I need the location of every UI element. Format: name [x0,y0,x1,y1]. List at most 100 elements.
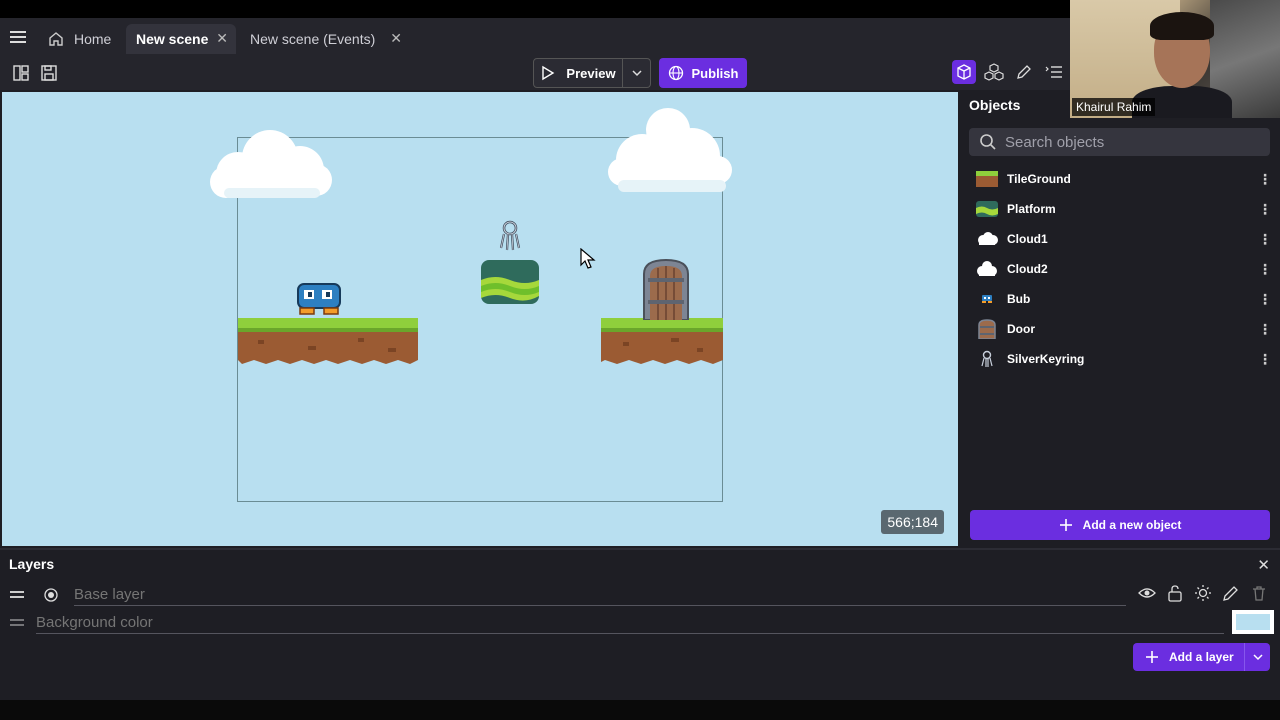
more-options-icon[interactable]: ⋮ [1258,231,1272,248]
more-options-icon[interactable]: ⋮ [1258,171,1272,188]
scene-canvas[interactable]: 566;184 [2,92,958,546]
tab-events-label: New scene (Events) [250,31,376,47]
globe-icon [668,65,683,81]
mouse-cursor-icon [580,248,596,269]
properties-toggle[interactable] [1012,60,1036,84]
close-icon[interactable]: ✕ [216,30,228,47]
editor-tools [952,60,1066,84]
object-item-cloud2[interactable]: Cloud2 ⋮ [976,254,1272,284]
instances-list-toggle[interactable] [1042,60,1066,84]
cubes-icon [984,63,1004,81]
layer-tools [1138,584,1268,602]
object-item-platform[interactable]: Platform ⋮ [976,194,1272,224]
bottom-black-strip [0,700,1280,720]
more-options-icon[interactable]: ⋮ [1258,321,1272,338]
objects-panel-title: Objects [969,97,1021,113]
object-item-label: Platform [1007,202,1056,216]
object-item-cloud1[interactable]: Cloud1 ⋮ [976,224,1272,254]
more-options-icon[interactable]: ⋮ [1258,351,1272,368]
bub-icon [976,291,998,307]
tileground-instance-right[interactable] [601,318,723,366]
layers-panel-title: Layers [9,556,55,572]
unlock-icon[interactable] [1166,584,1184,602]
object-item-door[interactable]: Door ⋮ [976,314,1272,344]
search-objects-input[interactable] [1005,133,1255,151]
object-item-silverkeyring[interactable]: SilverKeyring ⋮ [976,344,1272,374]
object-item-bub[interactable]: Bub ⋮ [976,284,1272,314]
silverkeyring-instance[interactable] [498,220,522,252]
trash-icon[interactable] [1250,584,1268,602]
tileground-instance-left[interactable] [238,318,418,366]
add-new-object-button[interactable]: Add a new object [970,510,1270,540]
tab-home[interactable]: Home [40,24,124,54]
search-box[interactable] [969,128,1270,156]
base-layer-name-input[interactable] [74,584,1126,606]
preview-label: Preview [566,65,616,81]
layers-panel: Layers ✕ Add a layer [0,548,1280,700]
keyring-icon [976,350,998,367]
tab-new-scene[interactable]: New scene ✕ [126,24,236,54]
platform-icon [976,201,998,217]
webcam-overlay: Khairul Rahim [1070,0,1280,118]
door-icon [976,319,998,339]
objects-panel: Objects TileGround ⋮ Platform ⋮ Cloud1 ⋮ [960,92,1280,546]
cube-icon [957,64,971,80]
object-groups-toggle[interactable] [982,60,1006,84]
preview-button[interactable]: Preview [533,58,623,88]
add-new-object-label: Add a new object [1082,518,1182,532]
platform-instance[interactable] [479,258,541,308]
background-color-swatch[interactable] [1232,610,1274,634]
object-item-label: SilverKeyring [1007,352,1085,366]
add-layer-button[interactable]: Add a layer [1133,643,1270,671]
light-bulb-icon[interactable] [1194,584,1212,602]
object-item-label: Bub [1007,292,1031,306]
layer-row-background[interactable] [0,610,1280,636]
pencil-icon [1017,65,1031,79]
objects-panel-toggle[interactable] [952,60,976,84]
panels-icon[interactable] [12,64,30,82]
more-options-icon[interactable]: ⋮ [1258,201,1272,218]
preview-dropdown-button[interactable] [623,58,651,88]
list-icon [1045,66,1062,78]
layer-row-base[interactable] [0,582,1280,608]
cloud1-instance[interactable] [208,128,334,208]
tileground-icon [976,171,998,187]
pencil-icon[interactable] [1222,584,1240,602]
object-item-label: Cloud2 [1007,262,1048,276]
radio-selected-icon[interactable] [44,588,58,602]
cloud-icon [976,261,998,277]
object-item-label: Cloud1 [1007,232,1048,246]
drag-handle-icon [10,619,24,629]
tab-scene-label: New scene [136,31,209,47]
object-item-tileground[interactable]: TileGround ⋮ [976,164,1272,194]
tab-new-scene-events[interactable]: New scene (Events) ✕ [240,24,410,54]
chevron-down-icon [1252,654,1263,661]
publish-label: Publish [691,65,739,81]
add-layer-label: Add a layer [1169,650,1234,664]
objects-list: TileGround ⋮ Platform ⋮ Cloud1 ⋮ Cloud2 … [976,164,1272,374]
search-icon [980,134,996,150]
add-layer-dropdown[interactable] [1244,643,1270,671]
close-icon[interactable]: ✕ [390,30,402,47]
publish-button[interactable]: Publish [659,58,747,88]
play-icon [542,65,555,81]
background-color-label [36,612,1224,634]
hamburger-menu-icon[interactable] [8,28,28,48]
drag-handle-icon[interactable] [10,591,24,601]
tab-home-label: Home [74,31,112,47]
eye-icon[interactable] [1138,584,1156,602]
app-window: Home New scene ✕ New scene (Events) ✕ Pr… [0,0,1280,720]
more-options-icon[interactable]: ⋮ [1258,261,1272,278]
object-item-label: TileGround [1007,172,1071,186]
home-icon [49,32,63,46]
save-icon[interactable] [40,64,58,82]
cursor-coordinates: 566;184 [881,510,944,534]
cloud2-instance[interactable] [608,106,734,206]
bub-instance[interactable] [296,282,342,316]
chevron-down-icon [631,70,642,77]
more-options-icon[interactable]: ⋮ [1258,291,1272,308]
close-icon[interactable]: ✕ [1257,556,1270,574]
cloud-icon [976,231,998,247]
door-instance[interactable] [642,258,690,320]
webcam-person-hair [1150,12,1214,40]
